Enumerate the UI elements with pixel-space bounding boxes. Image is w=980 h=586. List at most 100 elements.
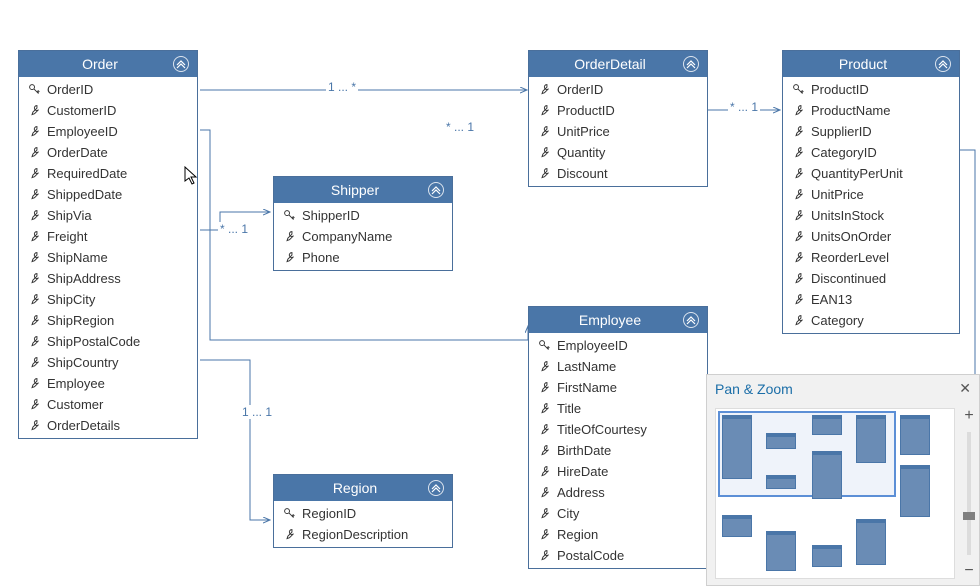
entity-title: Employee bbox=[537, 312, 683, 328]
field-row[interactable]: Customer bbox=[19, 394, 197, 415]
field-label: ShipName bbox=[47, 250, 108, 265]
field-row[interactable]: SupplierID bbox=[783, 121, 959, 142]
collapse-icon[interactable] bbox=[428, 480, 444, 496]
entity-body-region: RegionID RegionDescription bbox=[274, 501, 452, 547]
zoom-handle[interactable] bbox=[963, 512, 975, 520]
entity-orderdetail[interactable]: OrderDetail OrderIDProductIDUnitPrice Qua… bbox=[528, 50, 708, 187]
wrench-icon bbox=[791, 293, 805, 306]
field-row[interactable]: ProductID bbox=[529, 100, 707, 121]
field-label: PostalCode bbox=[557, 548, 624, 563]
field-row[interactable]: Employee bbox=[19, 373, 197, 394]
wrench-icon bbox=[791, 272, 805, 285]
field-row[interactable]: TitleOfCourtesy bbox=[529, 419, 707, 440]
field-row[interactable]: PostalCode bbox=[529, 545, 707, 566]
field-row[interactable]: OrderID bbox=[19, 79, 197, 100]
field-label: ShippedDate bbox=[47, 187, 122, 202]
zoom-track[interactable] bbox=[967, 432, 971, 555]
collapse-icon[interactable] bbox=[935, 56, 951, 72]
field-label: ShipRegion bbox=[47, 313, 114, 328]
wrench-icon bbox=[27, 188, 41, 201]
entity-header[interactable]: Employee bbox=[529, 307, 707, 333]
diagram-canvas[interactable]: 1 ... * * ... 1 * ... 1 * ... 1 1 ... 1 … bbox=[0, 0, 980, 586]
field-row[interactable]: Category bbox=[783, 310, 959, 331]
field-row[interactable]: ShippedDate bbox=[19, 184, 197, 205]
field-row[interactable]: Region bbox=[529, 524, 707, 545]
field-row[interactable]: LastName bbox=[529, 356, 707, 377]
field-row[interactable]: ShipRegion bbox=[19, 310, 197, 331]
field-row[interactable]: ShipVia bbox=[19, 205, 197, 226]
field-row[interactable]: UnitsInStock bbox=[783, 205, 959, 226]
wrench-icon bbox=[537, 507, 551, 520]
field-row[interactable]: Title bbox=[529, 398, 707, 419]
entity-order[interactable]: Order OrderIDCustomerIDEmployeeIDOrderDa… bbox=[18, 50, 198, 439]
field-row[interactable]: OrderID bbox=[529, 79, 707, 100]
field-row[interactable]: Address bbox=[529, 482, 707, 503]
collapse-icon[interactable] bbox=[683, 56, 699, 72]
panzoom-panel[interactable]: Pan & Zoom ✕ + bbox=[706, 374, 980, 586]
field-row[interactable]: EmployeeID bbox=[19, 121, 197, 142]
field-row[interactable]: ProductID bbox=[783, 79, 959, 100]
field-label: Employee bbox=[47, 376, 105, 391]
collapse-icon[interactable] bbox=[428, 182, 444, 198]
entity-product[interactable]: Product ProductIDProductNameSupplierIDCa… bbox=[782, 50, 960, 334]
field-row[interactable]: FirstName bbox=[529, 377, 707, 398]
entity-header[interactable]: Order bbox=[19, 51, 197, 77]
field-row[interactable]: ShipCity bbox=[19, 289, 197, 310]
field-row[interactable]: RegionDescription bbox=[274, 524, 452, 545]
field-label: FirstName bbox=[557, 380, 617, 395]
zoom-out-button[interactable]: − bbox=[962, 561, 975, 581]
entity-header[interactable]: Shipper bbox=[274, 177, 452, 203]
field-label: ShipperID bbox=[302, 208, 360, 223]
entity-employee[interactable]: Employee EmployeeIDLastName FirstName Titl… bbox=[528, 306, 708, 569]
wrench-icon bbox=[537, 104, 551, 117]
entity-header[interactable]: Product bbox=[783, 51, 959, 77]
field-row[interactable]: Discontinued bbox=[783, 268, 959, 289]
collapse-icon[interactable] bbox=[173, 56, 189, 72]
field-row[interactable]: OrderDetails bbox=[19, 415, 197, 436]
field-row[interactable]: UnitsOnOrder bbox=[783, 226, 959, 247]
field-row[interactable]: CompanyName bbox=[274, 226, 452, 247]
field-row[interactable]: UnitPrice bbox=[529, 121, 707, 142]
field-row[interactable]: ShipperID bbox=[274, 205, 452, 226]
field-row[interactable]: RegionID bbox=[274, 503, 452, 524]
entity-header[interactable]: OrderDetail bbox=[529, 51, 707, 77]
entity-body-shipper: ShipperID CompanyNamePhone bbox=[274, 203, 452, 270]
field-row[interactable]: ShipName bbox=[19, 247, 197, 268]
field-label: RegionDescription bbox=[302, 527, 408, 542]
collapse-icon[interactable] bbox=[683, 312, 699, 328]
field-row[interactable]: ShipAddress bbox=[19, 268, 197, 289]
field-row[interactable]: Quantity bbox=[529, 142, 707, 163]
field-row[interactable]: QuantityPerUnit bbox=[783, 163, 959, 184]
entity-region[interactable]: Region RegionID RegionDescription bbox=[273, 474, 453, 548]
field-row[interactable]: ReorderLevel bbox=[783, 247, 959, 268]
field-row[interactable]: ShipCountry bbox=[19, 352, 197, 373]
field-row[interactable]: RequiredDate bbox=[19, 163, 197, 184]
panzoom-header: Pan & Zoom ✕ bbox=[707, 375, 979, 402]
zoom-in-button[interactable]: + bbox=[962, 406, 975, 426]
field-row[interactable]: EmployeeID bbox=[529, 335, 707, 356]
wrench-icon bbox=[27, 251, 41, 264]
field-row[interactable]: HireDate bbox=[529, 461, 707, 482]
zoom-slider[interactable]: + − bbox=[959, 402, 979, 585]
wrench-icon bbox=[791, 251, 805, 264]
field-row[interactable]: OrderDate bbox=[19, 142, 197, 163]
field-row[interactable]: EAN13 bbox=[783, 289, 959, 310]
field-row[interactable]: ShipPostalCode bbox=[19, 331, 197, 352]
entity-shipper[interactable]: Shipper ShipperID CompanyNamePhone bbox=[273, 176, 453, 271]
field-row[interactable]: ProductName bbox=[783, 100, 959, 121]
close-icon[interactable]: ✕ bbox=[959, 380, 971, 397]
field-label: Quantity bbox=[557, 145, 605, 160]
entity-body-orderdetail: OrderIDProductIDUnitPrice Quantity Discoun… bbox=[529, 77, 707, 186]
field-row[interactable]: Phone bbox=[274, 247, 452, 268]
field-label: ShipAddress bbox=[47, 271, 121, 286]
field-row[interactable]: BirthDate bbox=[529, 440, 707, 461]
panzoom-thumbnail[interactable] bbox=[715, 408, 955, 579]
field-row[interactable]: Discount bbox=[529, 163, 707, 184]
field-row[interactable]: CategoryID bbox=[783, 142, 959, 163]
field-row[interactable]: Freight bbox=[19, 226, 197, 247]
field-row[interactable]: CustomerID bbox=[19, 100, 197, 121]
field-row[interactable]: UnitPrice bbox=[783, 184, 959, 205]
wrench-icon bbox=[282, 251, 296, 264]
field-row[interactable]: City bbox=[529, 503, 707, 524]
entity-header[interactable]: Region bbox=[274, 475, 452, 501]
